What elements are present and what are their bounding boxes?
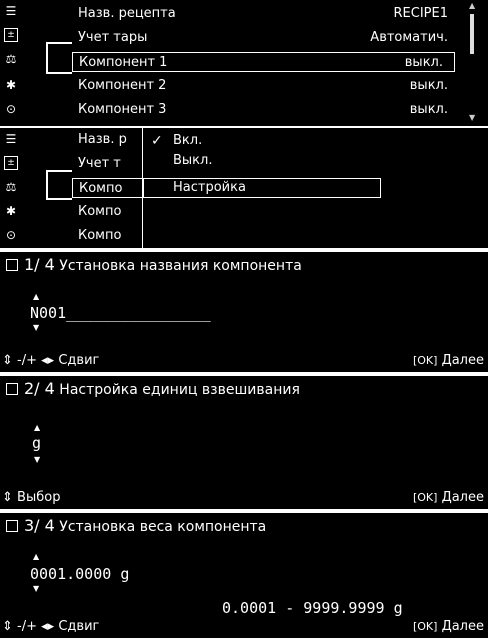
list-icon[interactable]: ☰ [4,4,18,18]
footer-controls: ⇕ -/+ ◂▸ Сдвиг [2,618,99,636]
row-value: выкл. [409,78,448,93]
ok-icon: [OK] [412,620,438,633]
tare-box-icon[interactable]: ± [4,28,18,42]
step-header: 2/ 4 Настройка единиц взвешивания [6,380,300,399]
menu-row-component-3[interactable]: Компо [78,226,121,246]
caret-down-icon[interactable]: ▼ [34,456,40,464]
menu-row-component-2[interactable]: Компонент 2 выкл. [78,76,458,96]
select-label: Выбор [17,490,61,505]
screen-title: Установка веса компонента [59,519,267,535]
next-label: Далее [441,619,484,634]
ok-icon: [OK] [412,491,438,504]
row-value: выкл. [404,55,443,70]
name-underline: ________________ [66,304,211,322]
caret-down-icon[interactable]: ▼ [33,324,39,332]
dropdown-option-on[interactable]: Вкл. [173,132,202,150]
updown-icon[interactable]: ⇕ [2,353,13,368]
step-counter: 1/ 4 [24,255,55,274]
scroll-thumb[interactable] [470,14,474,54]
next-button[interactable]: [OK] Далее [413,489,484,507]
updown-icon[interactable]: ⇕ [2,490,13,505]
ok-icon: [OK] [412,354,438,367]
dropdown-option-setup[interactable]: Настройка [173,179,246,197]
gear-icon[interactable]: ✱ [4,204,18,218]
component-name-screen: 1/ 4 Установка названия компонента ▲ N00… [0,252,488,372]
menu-scrollbar[interactable]: ▲ ▼ [468,2,476,122]
screen-footer: ⇕ -/+ ◂▸ Сдвиг [OK] Далее [2,352,486,370]
shift-label: Сдвиг [58,353,100,368]
scale-component-icon[interactable]: ⚖ [4,52,18,66]
screen-title: Установка названия компонента [59,258,302,274]
component-name-field[interactable]: N001________________ [30,304,211,322]
shift-icon[interactable]: ◂▸ [41,619,54,634]
menu-row-recipe-name[interactable]: Назв. рецепта RECIPE1 [78,4,458,24]
caret-up-icon[interactable]: ▲ [33,293,39,301]
timer-icon[interactable]: ⊙ [4,102,18,116]
timer-icon[interactable]: ⊙ [4,228,18,242]
plus-minus-label: -/+ [17,353,38,368]
menu-row-component-3[interactable]: Компонент 3 выкл. [78,100,458,120]
scroll-down-icon[interactable]: ▼ [469,114,475,122]
updown-icon[interactable]: ⇕ [2,619,13,634]
weight-unit: g [120,565,130,583]
step-counter: 2/ 4 [24,379,55,398]
step-counter: 3/ 4 [24,516,55,535]
menu-row-component-1[interactable]: Компо [72,178,152,198]
shift-label: Сдвиг [58,619,100,634]
menu-tree-lines [22,128,72,248]
menu-tree-lines [22,0,72,126]
step-header: 1/ 4 Установка названия компонента [6,256,302,275]
caret-up-icon[interactable]: ▲ [33,553,39,561]
weight-range: 0.0001 - 9999.9999 g [222,599,403,617]
menu-row-component-2[interactable]: Компо [78,202,121,222]
dropdown-option-off[interactable]: Выкл. [173,152,212,170]
menu-icon-column: ☰ ± ⚖ ✱ ⊙ [0,128,22,248]
menu-row-component-1[interactable]: Компонент 1 выкл. [72,52,455,72]
screen-title: Настройка единиц взвешивания [59,382,300,398]
tare-box-icon[interactable]: ± [4,156,18,170]
component-dropdown: ✓ Вкл. Выкл. Настройка [142,128,488,248]
step-header: 3/ 4 Установка веса компонента [6,517,266,536]
tare-box-icon [6,259,18,271]
caret-down-icon[interactable]: ▼ [33,585,39,593]
shift-icon[interactable]: ◂▸ [41,353,54,368]
gear-icon[interactable]: ✱ [4,78,18,92]
screen-footer: ⇕ -/+ ◂▸ Сдвиг [OK] Далее [2,618,486,636]
next-button[interactable]: [OK] Далее [413,618,484,636]
caret-up-icon[interactable]: ▲ [34,424,40,432]
scroll-up-icon[interactable]: ▲ [469,2,475,10]
footer-controls: ⇕ -/+ ◂▸ Сдвиг [2,352,99,370]
menu-icon-column: ☰ ± ⚖ ✱ ⊙ [0,0,22,126]
component-weight-field[interactable]: 0001.0000 g [30,565,129,583]
scale-component-icon[interactable]: ⚖ [4,180,18,194]
row-value: выкл. [409,102,448,117]
component-weight-screen: 3/ 4 Установка веса компонента ▲ 0001.00… [0,513,488,638]
name-value: N001 [30,304,67,322]
unit-field[interactable]: g [32,434,41,452]
tare-box-icon [6,520,18,532]
row-value: RECIPE1 [393,6,448,21]
row-value: Автоматич. [370,30,448,45]
check-icon: ✓ [151,133,163,149]
plus-minus-label: -/+ [17,619,38,634]
weight-value: 0001.0000 [30,565,112,583]
list-icon[interactable]: ☰ [4,132,18,146]
menu-row-tare[interactable]: Учет тары Автоматич. [78,28,458,48]
menu-row-recipe-name[interactable]: Назв. р [78,130,127,150]
footer-controls: ⇕ Выбор [2,489,60,507]
menu-row-tare[interactable]: Учет т [78,154,121,174]
screen-footer: ⇕ Выбор [OK] Далее [2,489,486,507]
next-button[interactable]: [OK] Далее [413,352,484,370]
next-label: Далее [441,490,484,505]
weighing-unit-screen: 2/ 4 Настройка единиц взвешивания ▲ g ▼ … [0,376,488,509]
component-options-panel: ☰ ± ⚖ ✱ ⊙ Назв. р Учет т Компо Компо Ком… [0,128,488,248]
next-label: Далее [441,353,484,368]
tare-box-icon [6,383,18,395]
recipe-menu-panel: ☰ ± ⚖ ✱ ⊙ Назв. рецепта RECIPE1 Учет тар… [0,0,488,126]
